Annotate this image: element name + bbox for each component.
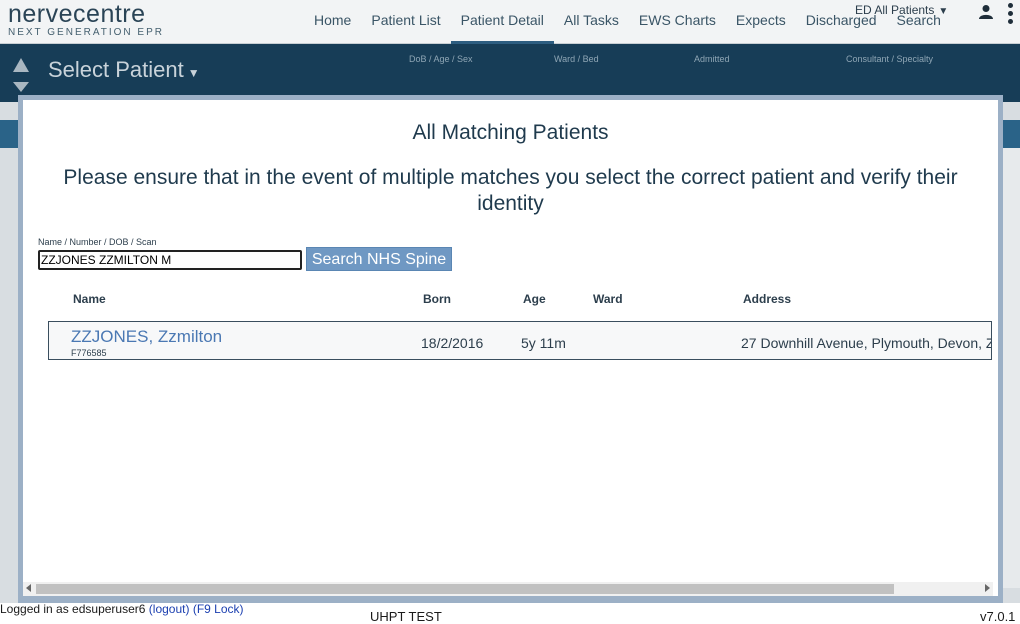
admitted-header: Admitted — [694, 54, 730, 64]
user-icon[interactable] — [978, 4, 994, 20]
scroll-left-icon[interactable] — [26, 584, 31, 592]
nav-all-tasks[interactable]: All Tasks — [554, 0, 629, 44]
address-column-header: Address — [743, 292, 792, 306]
ward-column-header: Ward — [593, 292, 623, 306]
age-column-header: Age — [523, 292, 546, 306]
nervecentre-logo[interactable]: nervecentre NEXT GENERATION EPR — [8, 1, 164, 39]
next-patient-arrow-icon[interactable] — [13, 82, 29, 92]
lock-link[interactable]: (F9 Lock) — [193, 602, 244, 616]
patient-header-band: Select Patient ▼ DoB / Age / Sex Ward / B… — [0, 44, 1020, 102]
patient-id: F776585 — [71, 348, 107, 358]
select-patient-dropdown[interactable]: Select Patient ▼ — [48, 57, 200, 83]
more-options-icon[interactable] — [1003, 3, 1017, 29]
environment-label: UHPT TEST — [370, 609, 442, 624]
name-column-header: Name — [73, 292, 106, 306]
consultant-specialty-header: Consultant / Specialty — [846, 54, 934, 64]
nav-home[interactable]: Home — [304, 0, 361, 44]
dialog-body: All Matching Patients Please ensure that… — [23, 100, 998, 596]
ward-bed-header: Ward / Bed — [554, 54, 599, 64]
ward-selector-label: ED All Patients — [855, 3, 935, 17]
born-column-header: Born — [423, 292, 451, 306]
version-label: v7.0.1 — [980, 609, 1016, 624]
scroll-right-icon[interactable] — [985, 584, 990, 592]
patient-age: 5y 11m — [521, 335, 566, 351]
nav-patient-detail[interactable]: Patient Detail — [450, 0, 554, 44]
vertical-scrollbar[interactable] — [1000, 148, 1020, 588]
search-nhs-spine-button[interactable]: Search NHS Spine — [306, 247, 452, 271]
previous-patient-arrow-icon[interactable] — [13, 58, 29, 72]
logo-wordmark: nervecentre — [8, 0, 146, 28]
matching-patients-dialog: All Matching Patients Please ensure that… — [18, 95, 1003, 603]
verify-identity-warning: Please ensure that in the event of multi… — [63, 166, 958, 215]
nav-expects[interactable]: Expects — [726, 0, 796, 44]
select-patient-label: Select Patient — [48, 57, 184, 82]
login-status: Logged in as edsuperuser6 (logout) (F9 L… — [0, 603, 250, 616]
nav-patient-list[interactable]: Patient List — [361, 0, 450, 44]
chevron-down-icon: ▼ — [938, 6, 949, 17]
patient-address: 27 Downhill Avenue, Plymouth, Devon, ZZ — [741, 335, 991, 351]
logout-link[interactable]: (logout) — [149, 602, 190, 616]
logged-in-user: Logged in as edsuperuser6 — [0, 602, 146, 616]
logo-tagline: NEXT GENERATION EPR — [8, 27, 164, 38]
top-navigation-bar: nervecentre NEXT GENERATION EPR Home Pat… — [0, 0, 1020, 44]
nav-ews-charts[interactable]: EWS Charts — [629, 0, 726, 44]
patient-name-link[interactable]: ZZJONES, Zzmilton — [71, 327, 222, 347]
dob-age-sex-header: DoB / Age / Sex — [409, 54, 473, 64]
chevron-down-icon: ▼ — [187, 66, 200, 80]
patient-result-row[interactable]: ZZJONES, Zzmilton F776585 18/2/2016 5y 1… — [48, 321, 992, 360]
dialog-title: All Matching Patients — [412, 121, 609, 144]
patient-born: 18/2/2016 — [421, 335, 484, 351]
main-nav: Home Patient List Patient Detail All Tas… — [304, 0, 951, 44]
ward-selector[interactable]: ED All Patients ▼ — [855, 3, 948, 17]
patient-search-input[interactable] — [38, 250, 302, 270]
search-field-label: Name / Number / DOB / Scan — [38, 237, 157, 247]
horizontal-scrollbar[interactable] — [23, 582, 993, 596]
scrollbar-thumb[interactable] — [36, 584, 894, 594]
status-footer: Logged in as edsuperuser6 (logout) (F9 L… — [0, 603, 1020, 624]
